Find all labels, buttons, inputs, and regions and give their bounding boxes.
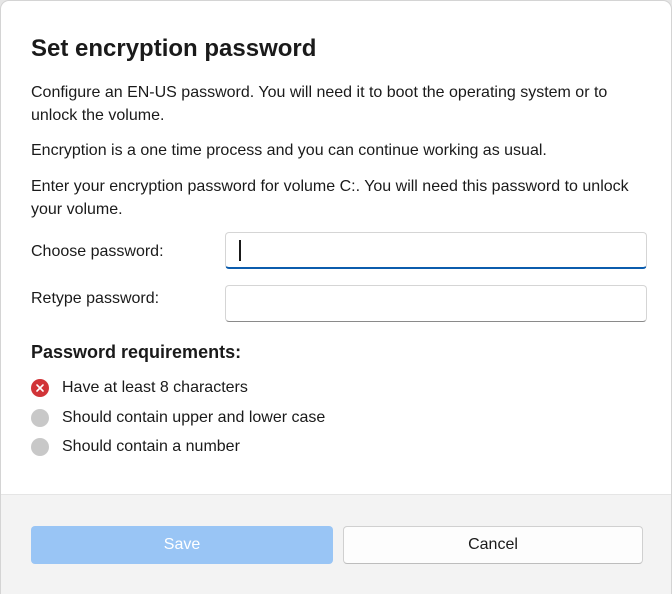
retype-password-label: Retype password:: [31, 290, 160, 307]
requirement-label: Should contain upper and lower case: [62, 409, 326, 426]
status-dot-icon: [31, 438, 49, 456]
dialog-footer: Save Cancel: [1, 494, 671, 594]
encryption-password-dialog: Set encryption password Configure an EN-…: [1, 1, 671, 594]
error-x-icon: [31, 379, 49, 397]
requirement-item: Should contain a number: [31, 437, 240, 457]
choose-password-label: Choose password:: [31, 243, 164, 260]
text-cursor: [239, 240, 241, 261]
requirements-heading: Password requirements:: [31, 342, 242, 362]
cancel-button[interactable]: Cancel: [343, 526, 643, 564]
requirement-item: Should contain upper and lower case: [31, 408, 325, 428]
requirement-label: Have at least 8 characters: [62, 379, 248, 396]
retype-password-input[interactable]: [225, 285, 647, 322]
process-paragraph: Encryption is a one time process and you…: [31, 142, 547, 159]
requirement-item: Have at least 8 characters: [31, 378, 248, 398]
save-button[interactable]: Save: [31, 526, 333, 564]
dialog-title: Set encryption password: [31, 35, 317, 62]
choose-password-input[interactable]: [225, 232, 647, 269]
intro-paragraph: Configure an EN-US password. You will ne…: [31, 84, 608, 124]
status-dot-icon: [31, 409, 49, 427]
requirement-label: Should contain a number: [62, 438, 240, 455]
instruction-paragraph: Enter your encryption password for volum…: [31, 178, 629, 218]
